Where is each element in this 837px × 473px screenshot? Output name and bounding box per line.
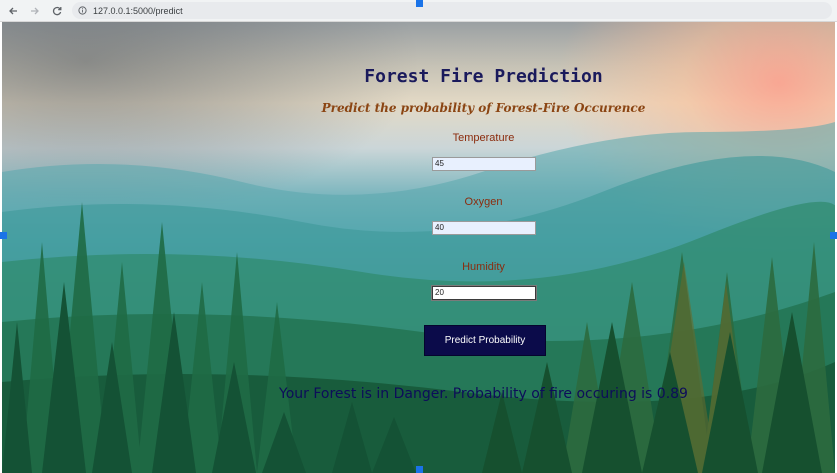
page-subtitle: Predict the probability of Forest-Fire O… xyxy=(321,101,646,115)
forward-arrow-icon[interactable] xyxy=(26,2,44,20)
predict-probability-button[interactable]: Predict Probability xyxy=(424,325,546,356)
address-bar[interactable]: 127.0.0.1:5000/predict xyxy=(72,2,832,19)
reload-icon[interactable] xyxy=(48,2,66,20)
prediction-form: Forest Fire Prediction Predict the proba… xyxy=(2,22,835,473)
site-info-icon[interactable] xyxy=(78,6,87,15)
resize-handle-top[interactable] xyxy=(416,0,423,7)
back-arrow-icon[interactable] xyxy=(4,2,22,20)
oxygen-input[interactable]: 40 xyxy=(432,221,536,235)
prediction-result: Your Forest is in Danger. Probability of… xyxy=(279,386,688,402)
humidity-input[interactable]: 20 xyxy=(431,285,537,301)
page-background: Forest Fire Prediction Predict the proba… xyxy=(2,22,835,473)
resize-handle-left[interactable] xyxy=(0,232,7,239)
resize-handle-right[interactable] xyxy=(830,232,837,239)
humidity-label: Humidity xyxy=(462,261,505,273)
resize-handle-bottom[interactable] xyxy=(416,466,423,473)
url-text: 127.0.0.1:5000/predict xyxy=(93,5,183,16)
temperature-label: Temperature xyxy=(452,132,515,144)
oxygen-label: Oxygen xyxy=(464,196,503,208)
page-title: Forest Fire Prediction xyxy=(364,66,603,87)
temperature-input[interactable]: 45 xyxy=(432,157,536,171)
